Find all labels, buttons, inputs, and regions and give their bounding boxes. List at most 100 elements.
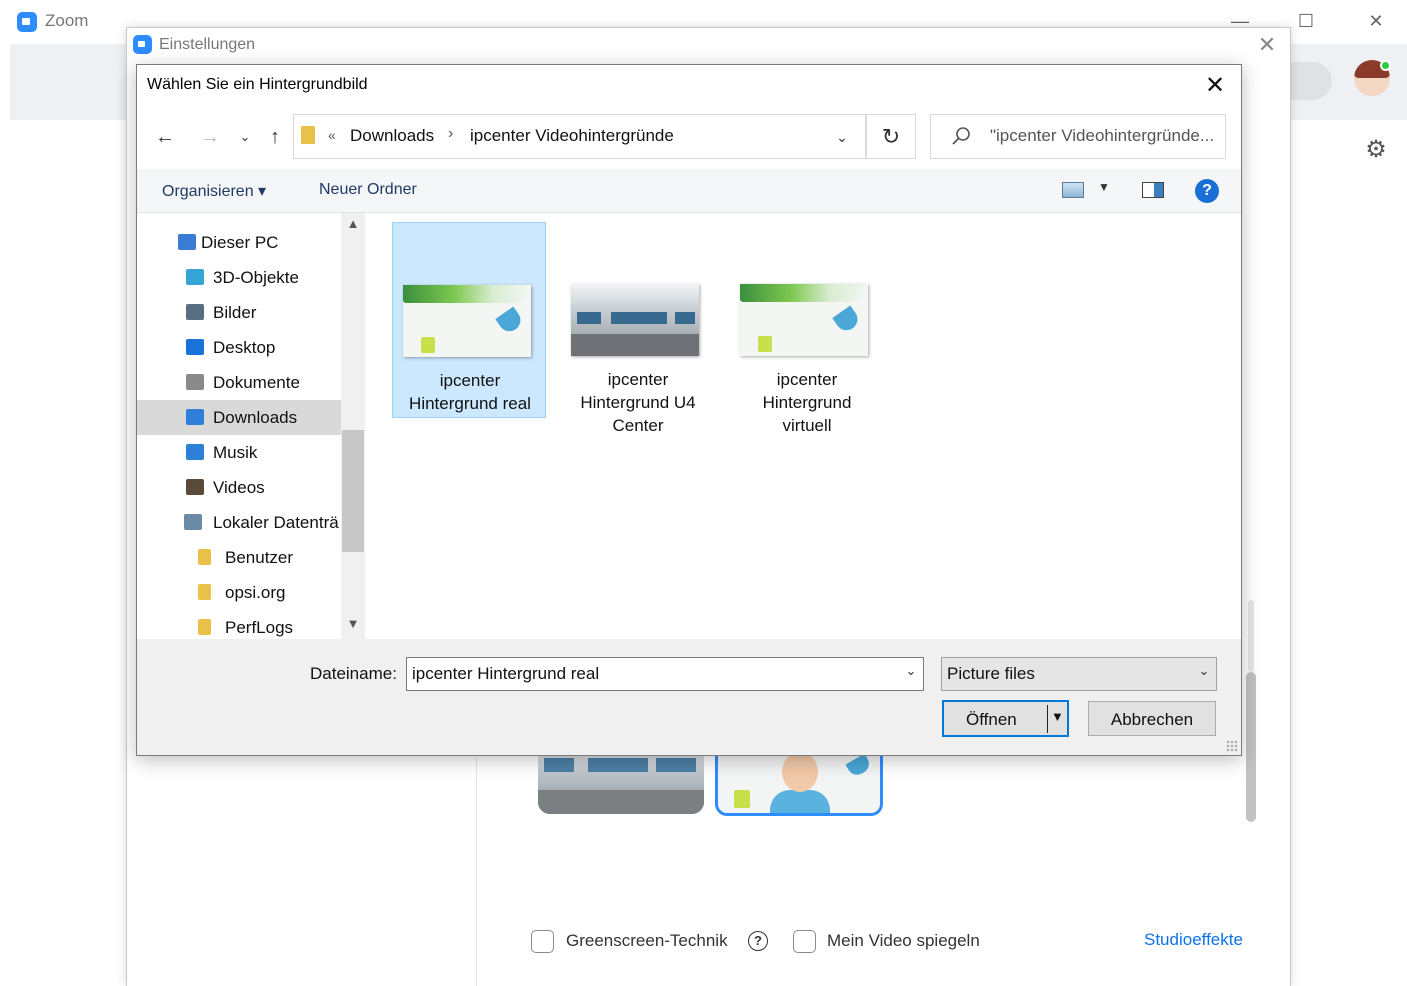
drive-icon	[184, 514, 202, 530]
file-name: ipcenter Hintergrund real	[393, 369, 547, 415]
folder-icon	[301, 126, 315, 144]
maximize-icon[interactable]: ☐	[1290, 6, 1322, 36]
nav-item[interactable]: Benutzer	[137, 540, 341, 575]
filetype-chevron-icon[interactable]: ⌄	[1194, 663, 1214, 685]
settings-close-icon[interactable]: ✕	[1252, 31, 1282, 59]
file-item[interactable]: ipcenter Hintergrund U4 Center	[561, 222, 715, 435]
file-name-line: virtuell	[782, 416, 832, 435]
nav-item-label: Dieser PC	[201, 233, 279, 252]
image-thumbnail	[740, 284, 868, 356]
nav-item[interactable]: Lokaler Datenträ	[137, 505, 341, 540]
dialog-title: Wählen Sie ein Hintergrundbild	[147, 76, 368, 93]
cancel-button[interactable]: Abbrechen	[1088, 701, 1216, 736]
nav-item[interactable]: Desktop	[137, 330, 341, 365]
nav-item-label: Downloads	[213, 408, 298, 427]
file-name: ipcenter Hintergrund U4 Center	[561, 368, 715, 437]
scroll-down-icon[interactable]: ▼	[341, 616, 365, 636]
search-icon	[952, 127, 970, 145]
desktop-icon	[186, 339, 204, 355]
settings-window-title: Einstellungen	[159, 36, 256, 53]
nav-item-label: Musik	[213, 443, 258, 462]
zoom-logo-icon	[133, 35, 152, 54]
settings-divider	[476, 757, 477, 986]
close-icon[interactable]: ✕	[1360, 6, 1392, 36]
breadcrumb-separator[interactable]: ›	[448, 125, 453, 143]
file-name-line: Center	[612, 416, 664, 435]
preview-pane-icon[interactable]	[1142, 182, 1164, 198]
download-icon	[186, 409, 204, 425]
nav-item-label: Desktop	[213, 338, 276, 357]
open-button[interactable]: Öffnen ▼	[942, 700, 1069, 737]
nav-item[interactable]: Dokumente	[137, 365, 341, 400]
filename-dropdown-chevron-icon[interactable]: ⌄	[900, 663, 922, 685]
nav-item[interactable]: Videos	[137, 470, 341, 505]
recent-locations-chevron-icon[interactable]: ⌄	[232, 124, 258, 150]
nav-item-label: opsi.org	[225, 583, 286, 602]
nav-item[interactable]: Musik	[137, 435, 341, 470]
file-name-line: ipcenter	[439, 371, 501, 390]
open-split-divider	[1047, 705, 1048, 733]
nav-item-label: Lokaler Datenträ	[213, 513, 339, 532]
background-thumbnail-office[interactable]	[538, 752, 704, 814]
folder-icon	[198, 619, 211, 635]
nav-item[interactable]: Bilder	[137, 295, 341, 330]
nav-item-label: Videos	[213, 478, 265, 497]
nav-item[interactable]: opsi.org	[137, 575, 341, 610]
back-arrow-icon[interactable]: ←	[152, 124, 178, 150]
forward-arrow-icon[interactable]: →	[197, 124, 223, 150]
video-icon	[186, 479, 204, 495]
background-thumbnail-selected[interactable]	[715, 750, 883, 816]
settings-scrollbar[interactable]	[1246, 672, 1256, 822]
gear-icon[interactable]: ⚙	[1363, 137, 1389, 163]
address-dropdown-chevron-icon[interactable]: ⌄	[830, 124, 854, 150]
nav-item[interactable]: 3D-Objekte	[137, 260, 341, 295]
nav-item-label: Bilder	[213, 303, 257, 322]
nav-item-label: Dokumente	[213, 373, 300, 392]
view-mode-icon[interactable]	[1062, 182, 1084, 198]
open-dropdown-icon[interactable]: ▼	[1051, 709, 1064, 724]
zoom-logo-icon	[17, 12, 37, 32]
folder-icon	[198, 584, 211, 600]
file-name-line: Hintergrund	[762, 393, 852, 412]
nav-item[interactable]: Dieser PC	[137, 225, 341, 260]
breadcrumb-current-folder[interactable]: ipcenter Videohintergründe	[470, 126, 674, 146]
greenscreen-checkbox[interactable]	[531, 930, 554, 953]
resize-grip-icon[interactable]	[1226, 740, 1238, 752]
music-icon	[186, 444, 204, 460]
breadcrumb-downloads[interactable]: Downloads	[350, 126, 434, 146]
refresh-icon[interactable]: ↻	[866, 114, 916, 159]
dialog-close-icon[interactable]: ✕	[1198, 70, 1232, 102]
file-item[interactable]: ipcenter Hintergrund virtuell	[730, 222, 884, 435]
computer-icon	[178, 234, 196, 250]
mirror-video-checkbox[interactable]	[793, 930, 816, 953]
documents-icon	[186, 374, 204, 390]
file-item[interactable]: ipcenter Hintergrund real	[392, 222, 546, 418]
nav-item[interactable]: Downloads	[137, 400, 341, 435]
file-name-line: ipcenter	[776, 370, 838, 389]
scroll-up-icon[interactable]: ▲	[341, 216, 365, 236]
cancel-button-label: Abbrechen	[1110, 710, 1194, 729]
view-dropdown-icon[interactable]: ▼	[1098, 180, 1110, 194]
online-status-dot	[1380, 60, 1391, 71]
help-icon[interactable]: ?	[748, 931, 768, 951]
search-placeholder: "ipcenter Videohintergründe...	[990, 126, 1215, 145]
nav-item-label: 3D-Objekte	[213, 268, 299, 287]
organize-button[interactable]: Organisieren ▾	[162, 181, 266, 201]
cube-icon	[186, 269, 204, 285]
image-thumbnail	[403, 285, 531, 357]
up-arrow-icon[interactable]: ↑	[262, 124, 288, 150]
studio-effects-link[interactable]: Studioeffekte	[1144, 930, 1243, 950]
nav-scrollbar-thumb[interactable]	[342, 430, 364, 552]
file-name-line: ipcenter	[607, 370, 669, 389]
file-name-line: Hintergrund U4	[580, 393, 696, 412]
new-folder-button[interactable]: Neuer Ordner	[319, 181, 417, 199]
filename-input[interactable]	[406, 657, 924, 691]
pictures-icon	[186, 304, 204, 320]
help-button[interactable]: ?	[1195, 179, 1219, 203]
image-thumbnail	[571, 284, 699, 356]
address-overflow[interactable]: «	[328, 127, 336, 143]
filetype-select[interactable]: Picture files	[941, 657, 1217, 691]
mirror-video-label: Mein Video spiegeln	[827, 931, 980, 950]
open-button-label: Öffnen	[966, 710, 1017, 729]
nav-item-label: Benutzer	[225, 548, 294, 567]
